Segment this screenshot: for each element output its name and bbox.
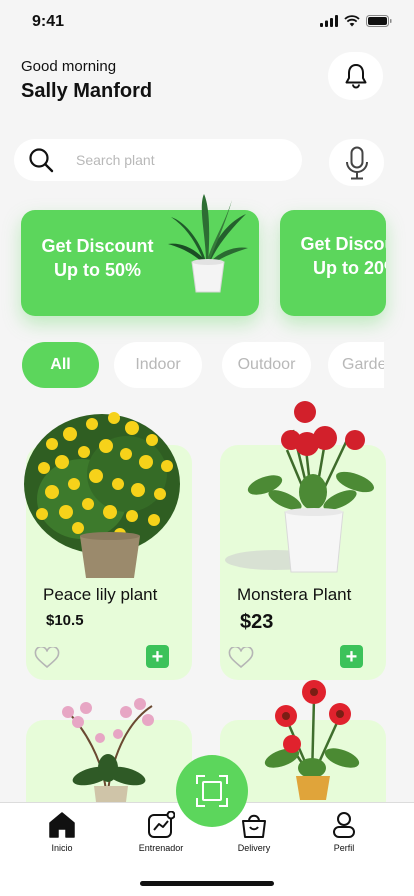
search-icon	[29, 148, 54, 173]
favorite-heart-icon[interactable]	[228, 647, 254, 669]
microphone-icon	[345, 146, 368, 179]
add-to-cart-button[interactable]: +	[340, 645, 363, 668]
nav-label: Entrenador	[138, 843, 184, 853]
status-icons	[320, 15, 392, 27]
chart-icon	[148, 811, 175, 838]
promo-discount: Up to 50%	[53, 260, 141, 280]
category-tabs: All Indoor Outdoor Garden	[0, 342, 384, 390]
nav-item-perfil[interactable]: Perfil	[309, 811, 379, 853]
potted-plant-image	[168, 194, 248, 293]
promo-card[interactable]: Get Discount Up to 20%	[280, 210, 386, 316]
nav-label: Perfil	[333, 843, 355, 853]
search-input[interactable]	[76, 152, 276, 168]
promo-discount: Up to 20%	[312, 258, 386, 278]
category-chip-indoor[interactable]: Indoor	[114, 342, 202, 388]
status-bar: 9:41	[0, 0, 414, 44]
home-icon	[49, 812, 75, 838]
battery-icon	[366, 15, 392, 27]
nav-item-inicio[interactable]: Inicio	[27, 811, 97, 853]
nav-label: Inicio	[51, 843, 73, 853]
add-to-cart-button[interactable]: +	[146, 645, 169, 668]
scan-frame-icon	[196, 775, 228, 807]
promo-text: Get Discount Up to 50%	[35, 234, 160, 282]
nav-item-entrenador[interactable]: Entrenador	[126, 811, 196, 853]
status-time: 9:41	[32, 13, 65, 30]
home-indicator	[140, 881, 274, 886]
user-icon	[333, 812, 355, 838]
product-price: $23	[240, 611, 274, 633]
greeting-text: Good morning	[21, 58, 117, 75]
product-price: $10.5	[46, 612, 84, 629]
yellow-flower-pot-image	[24, 412, 180, 578]
orchid-pot-image	[62, 698, 154, 802]
search-bar[interactable]	[14, 139, 302, 181]
bell-icon	[345, 64, 366, 89]
user-name: Sally Manford	[21, 80, 153, 102]
signal-icon	[320, 15, 338, 27]
bag-icon	[242, 814, 266, 838]
nav-label: Delivery	[237, 843, 271, 853]
promo-text: Get Discount Up to 20%	[294, 232, 386, 280]
promo-title: Get Discount	[300, 234, 386, 254]
product-name: Monstera Plant	[237, 585, 352, 604]
scan-button[interactable]	[176, 755, 248, 827]
promo-title: Get Discount	[41, 236, 154, 256]
category-chip-all[interactable]: All	[22, 342, 99, 388]
product-name: Peace lily plant	[43, 585, 158, 604]
notifications-button[interactable]	[328, 52, 383, 100]
voice-search-button[interactable]	[329, 139, 384, 186]
gerbera-pot-image	[264, 680, 360, 800]
category-chip-outdoor[interactable]: Outdoor	[222, 342, 311, 388]
wifi-icon	[344, 15, 360, 27]
red-flower-pot-image	[225, 401, 374, 573]
favorite-heart-icon[interactable]	[34, 647, 60, 669]
category-chip-garden[interactable]: Garden	[328, 342, 384, 388]
